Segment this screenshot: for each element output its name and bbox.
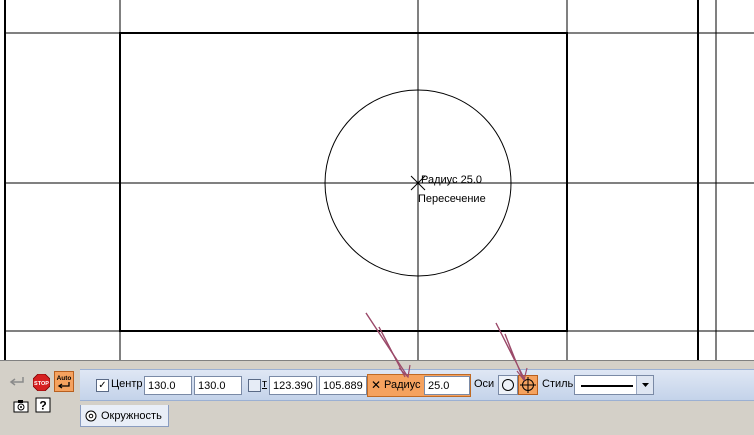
help-icon[interactable]: ?	[34, 396, 52, 414]
point-x-field[interactable]	[269, 376, 317, 395]
dropdown-arrow-icon[interactable]	[636, 376, 653, 394]
axes-label: Оси	[474, 378, 495, 390]
tab-circle[interactable]: Окружность	[80, 405, 169, 427]
annotation-arrows	[365, 312, 516, 360]
center-x-field[interactable]	[144, 376, 192, 395]
stop-icon[interactable]: STOP	[32, 373, 50, 391]
auto-icon[interactable]: Auto	[54, 371, 74, 392]
radius-hint-label: Радиус 25.0	[421, 174, 482, 186]
property-panel: STOP Auto ? ✓ Центр т ✕ Радиус	[0, 360, 754, 435]
style-select[interactable]	[574, 375, 654, 395]
center-y-field[interactable]	[194, 376, 242, 395]
rectangle-outline	[119, 32, 568, 332]
drawing-svg: Радиус 25.0 Пересечение	[4, 0, 754, 360]
center-checkbox[interactable]: ✓	[96, 379, 109, 392]
enter-arrow-icon[interactable]	[8, 373, 26, 391]
circle-tab-icon	[85, 410, 97, 421]
radius-cross-icon[interactable]: ✕	[371, 378, 381, 392]
radius-group: ✕ Радиус	[367, 374, 471, 397]
circle-axes-on-icon[interactable]	[518, 375, 538, 395]
point-label: т	[262, 378, 268, 390]
tab-circle-label: Окружность	[101, 409, 162, 422]
camera-icon[interactable]	[12, 397, 30, 415]
left-tool-group: STOP Auto ?	[4, 369, 76, 431]
snap-hint-label: Пересечение	[418, 193, 486, 205]
line-style-icon	[581, 385, 633, 387]
point-checkbox[interactable]	[248, 379, 261, 392]
svg-text:STOP: STOP	[34, 381, 49, 387]
radius-field[interactable]	[424, 376, 470, 395]
style-label: Стиль	[542, 378, 574, 390]
object-toolbar: ✓ Центр т ✕ Радиус Оси Стиль	[80, 369, 754, 401]
point-y-field[interactable]	[319, 376, 367, 395]
drawing-canvas[interactable]: Радиус 25.0 Пересечение	[0, 0, 754, 360]
center-label: Центр	[111, 378, 143, 390]
svg-text:?: ?	[39, 399, 46, 413]
svg-text:Auto: Auto	[57, 375, 72, 382]
radius-label: Радиус	[384, 379, 421, 391]
circle-axes-off-icon[interactable]	[498, 375, 518, 395]
